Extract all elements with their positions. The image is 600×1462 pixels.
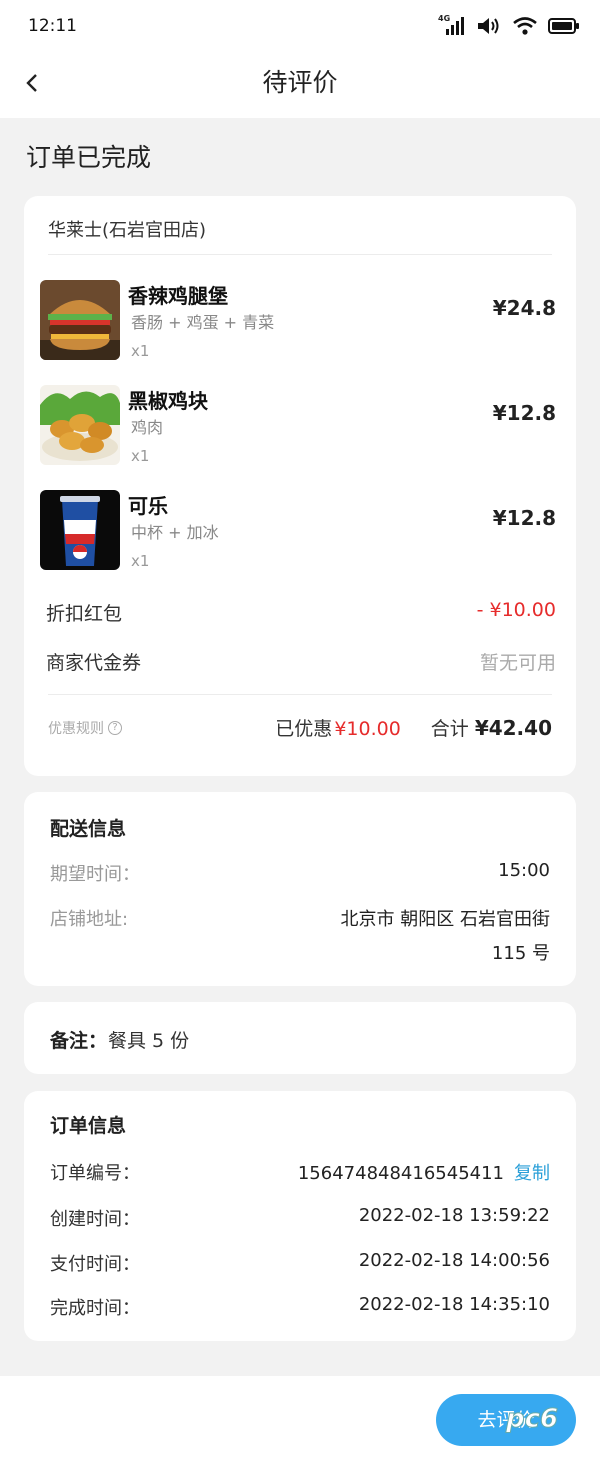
total-label: 合计 — [430, 718, 469, 740]
paid-time-label: 支付时间： — [50, 1254, 140, 1275]
cellular-signal-icon: 4G — [438, 15, 466, 37]
shop-name[interactable]: 华莱士(石岩官田店) — [48, 216, 206, 242]
note-label: 备注： — [50, 1030, 108, 1052]
completed-time-value: 2022-02-18 14:35:10 — [358, 1294, 550, 1315]
item-price: ¥24.8 — [492, 296, 556, 320]
item-qty: x1 — [131, 342, 150, 360]
order-note-card: 备注： 餐具 5 份 — [24, 1002, 576, 1074]
battery-icon — [548, 18, 579, 34]
nuggets-image — [40, 385, 120, 465]
paid-time-value: 2022-02-18 14:00:56 — [358, 1250, 550, 1271]
discount-label: 折扣红包 — [46, 603, 123, 625]
completed-time-label: 完成时间： — [50, 1298, 140, 1319]
total-value: ¥42.40 — [474, 716, 552, 740]
voucher-value[interactable]: 暂无可用 — [480, 648, 556, 675]
order-item[interactable]: 可乐 中杯 + 加冰 x1 ¥12.8 — [40, 490, 556, 574]
volume-icon — [478, 18, 499, 34]
item-qty: x1 — [131, 447, 150, 465]
item-spec: 香肠 + 鸡蛋 + 青菜 — [131, 313, 275, 332]
discount-value: - ¥10.00 — [476, 599, 556, 621]
divider — [48, 694, 552, 695]
nav-bar: 待评价 — [0, 52, 600, 118]
saved-value: ¥10.00 — [334, 718, 401, 740]
network-type-label: 4G — [438, 14, 451, 23]
order-info-card: 订单信息 订单编号： 156474848416545411 复制 创建时间： 20… — [24, 1091, 576, 1341]
order-item[interactable]: 黑椒鸡块 鸡肉 x1 ¥12.8 — [40, 385, 556, 469]
item-name: 黑椒鸡块 — [128, 389, 208, 413]
created-time-label: 创建时间： — [50, 1209, 140, 1230]
item-spec: 中杯 + 加冰 — [131, 523, 219, 542]
help-icon: ? — [108, 721, 122, 735]
expected-time-label: 期望时间： — [50, 864, 140, 885]
order-info-title: 订单信息 — [50, 1115, 127, 1137]
expected-time-value: 15:00 — [498, 860, 550, 881]
order-items-card: 华莱士(石岩官田店) 香辣鸡腿堡 香肠 + 鸡蛋 + 青菜 x1 ¥24.8 黑… — [24, 196, 576, 776]
watermark-logo: pc6 — [505, 1404, 559, 1435]
delivery-title: 配送信息 — [50, 818, 127, 840]
order-number-label: 订单编号： — [50, 1163, 140, 1184]
item-name: 可乐 — [128, 494, 168, 518]
shop-address-line2: 115 号 — [491, 943, 550, 964]
burger-image — [40, 280, 120, 360]
order-number-value: 156474848416545411 — [297, 1163, 504, 1184]
delivery-info-card: 配送信息 期望时间： 15:00 店铺地址: 北京市 朝阳区 石岩官田街 115… — [24, 792, 576, 986]
item-price: ¥12.8 — [492, 506, 556, 530]
shop-address-label: 店铺地址: — [50, 909, 129, 930]
cola-cup-image — [40, 490, 120, 570]
item-price: ¥12.8 — [492, 401, 556, 425]
rules-label: 优惠规则 — [48, 721, 104, 737]
item-name: 香辣鸡腿堡 — [128, 284, 228, 308]
created-time-value: 2022-02-18 13:59:22 — [358, 1205, 550, 1226]
status-time: 12:11 — [28, 16, 77, 36]
item-qty: x1 — [131, 552, 150, 570]
discount-rules-link[interactable]: 优惠规则 ? — [48, 718, 122, 738]
order-item[interactable]: 香辣鸡腿堡 香肠 + 鸡蛋 + 青菜 x1 ¥24.8 — [40, 280, 556, 364]
note-value: 餐具 5 份 — [108, 1030, 190, 1052]
divider — [48, 254, 552, 255]
voucher-label: 商家代金券 — [46, 652, 142, 674]
status-bar: 12:11 4G — [0, 0, 600, 52]
bottom-action-bar: 去评价 pc6 — [0, 1376, 600, 1462]
order-number-row: 156474848416545411 复制 — [298, 1159, 550, 1185]
page-title: 待评价 — [262, 68, 338, 97]
order-status-heading: 订单已完成 — [26, 143, 152, 172]
shop-address-line1: 北京市 朝阳区 石岩官田街 — [340, 909, 550, 930]
price-summary: 已优惠 ¥10.00 合计 ¥42.40 — [275, 714, 552, 741]
wifi-icon — [513, 17, 537, 35]
copy-button[interactable]: 复制 — [514, 1163, 550, 1184]
saved-label: 已优惠 — [275, 718, 333, 740]
item-spec: 鸡肉 — [131, 418, 164, 437]
status-icons: 4G — [438, 15, 580, 37]
